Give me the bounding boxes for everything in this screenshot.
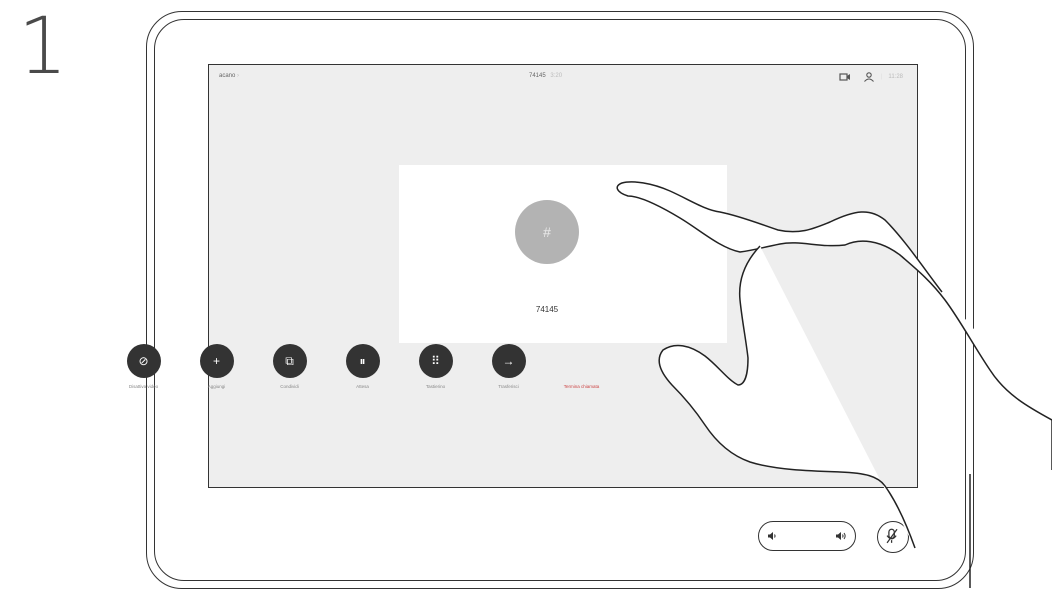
control-label: Attesa [356,384,369,389]
video-off-icon[interactable]: ⊘ [126,344,161,378]
volume-up-icon[interactable] [834,530,848,542]
avatar: # [515,200,579,264]
touch-screen: acano › 74145 3:20 | 11:28 # 74145 [208,64,918,488]
control-condividi[interactable]: ⧉ Condividi [254,344,325,389]
self-view-icon[interactable] [839,72,851,82]
clock: 11:28 [888,74,903,80]
step-number: 1 [18,2,68,92]
control-attesa[interactable]: ⏸ Attesa [327,344,398,389]
control-disattiva-video[interactable]: ⊘ Disattiva video [108,344,179,389]
separator: | [880,74,883,80]
call-duration: 3:20 [550,73,563,79]
pause-icon[interactable]: ⏸ [345,344,380,378]
end-call-icon[interactable] [565,344,599,378]
status-bar: acano › 74145 3:20 | 11:28 [209,65,917,89]
volume-control[interactable] [758,521,856,551]
call-controls: ⊘ Disattiva video + Aggiungi ⧉ Condividi… [108,344,617,389]
control-aggiungi[interactable]: + Aggiungi [181,344,252,389]
control-label: Termina chiamata [563,384,600,389]
participants-icon[interactable] [863,72,875,82]
control-label: Tastierino [425,384,446,389]
control-label: Trasferisci [498,384,519,389]
volume-down-icon[interactable] [766,530,778,542]
control-trasferisci[interactable]: → Trasferisci [473,344,544,389]
mute-button[interactable] [877,521,909,553]
caller-name: 74145 [535,305,559,314]
control-label: Condividi [280,384,299,389]
keypad-icon[interactable]: ⠿ [418,344,453,378]
control-tastierino[interactable]: ⠿ Tastierino [400,344,471,389]
chevron-right-icon: › [237,73,240,79]
call-number: 74145 [529,73,546,79]
control-label: Disattiva video [128,384,159,389]
control-label: Aggiungi [207,384,226,389]
status-icons: | 11:28 [839,72,903,82]
system-name[interactable]: acano › [219,73,239,79]
share-icon[interactable]: ⧉ [272,344,307,378]
system-name-label: acano [219,73,236,79]
plus-icon[interactable]: + [199,344,234,378]
call-card[interactable]: # 74145 [399,165,727,343]
call-info: 74145 3:20 [529,73,562,79]
microphone-mute-icon [886,528,898,544]
transfer-icon[interactable]: → [491,344,526,378]
control-termina-chiamata[interactable]: Termina chiamata [546,344,617,389]
